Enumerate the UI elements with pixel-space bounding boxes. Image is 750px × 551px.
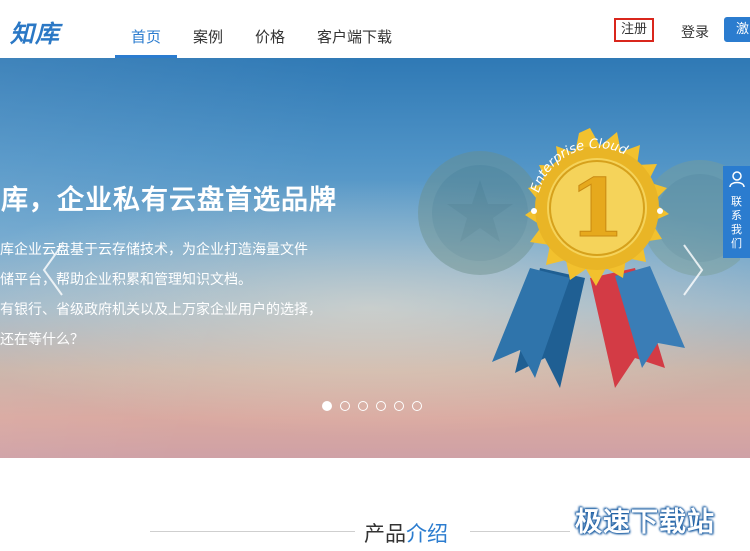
slide-dot[interactable] xyxy=(412,401,422,411)
login-link[interactable]: 登录 xyxy=(681,22,709,42)
banner-headline: 知库，企业私有云盘首选品牌 xyxy=(0,185,337,216)
slide-dot[interactable] xyxy=(394,401,404,411)
nav-client-download[interactable]: 客户端下载 xyxy=(301,0,408,58)
contact-us-label: 联系我们 xyxy=(731,195,742,250)
site-header: 知库 首页 案例 价格 客户端下载 注册 登录 激 xyxy=(0,0,750,58)
site-watermark: 极速下载站 xyxy=(575,507,715,538)
banner-desc-line-3: 已有银行、省级政府机关以及上万家企业用户的选择， xyxy=(0,302,322,318)
nav-cases[interactable]: 案例 xyxy=(177,0,239,58)
divider-left xyxy=(150,531,355,532)
prev-slide-arrow-icon[interactable] xyxy=(40,243,66,297)
next-slide-arrow-icon[interactable] xyxy=(680,243,706,297)
slide-dot[interactable] xyxy=(340,401,350,411)
banner-desc-line-2: 存储平台，帮助企业积累和管理知识文档。 xyxy=(0,272,252,288)
slide-indicators xyxy=(322,401,430,411)
divider-right xyxy=(470,531,570,532)
nav-pricing[interactable]: 价格 xyxy=(239,0,301,58)
section-title-highlight: 介绍 xyxy=(406,522,448,546)
contact-us-tab[interactable]: 联系我们 xyxy=(723,166,750,258)
main-nav: 首页 案例 价格 客户端下载 xyxy=(115,0,408,58)
slide-dot[interactable] xyxy=(322,401,332,411)
section-title-plain: 产品 xyxy=(364,522,406,546)
banner-desc-line-4: 你还在等什么？ xyxy=(0,332,84,348)
section-title: 产品介绍 xyxy=(364,518,448,548)
hero-banner: 1 Enterprise Cloud 知库，企业私有云盘首选品牌 知库企业云盘基… xyxy=(0,58,750,458)
medal-number: 1 xyxy=(569,161,625,255)
site-logo[interactable]: 知库 xyxy=(10,14,60,49)
slide-dot[interactable] xyxy=(376,401,386,411)
trial-button[interactable]: 激 xyxy=(724,17,750,42)
register-button[interactable]: 注册 xyxy=(614,18,654,42)
nav-home[interactable]: 首页 xyxy=(115,0,178,58)
person-icon xyxy=(728,171,745,188)
slide-dot[interactable] xyxy=(358,401,368,411)
